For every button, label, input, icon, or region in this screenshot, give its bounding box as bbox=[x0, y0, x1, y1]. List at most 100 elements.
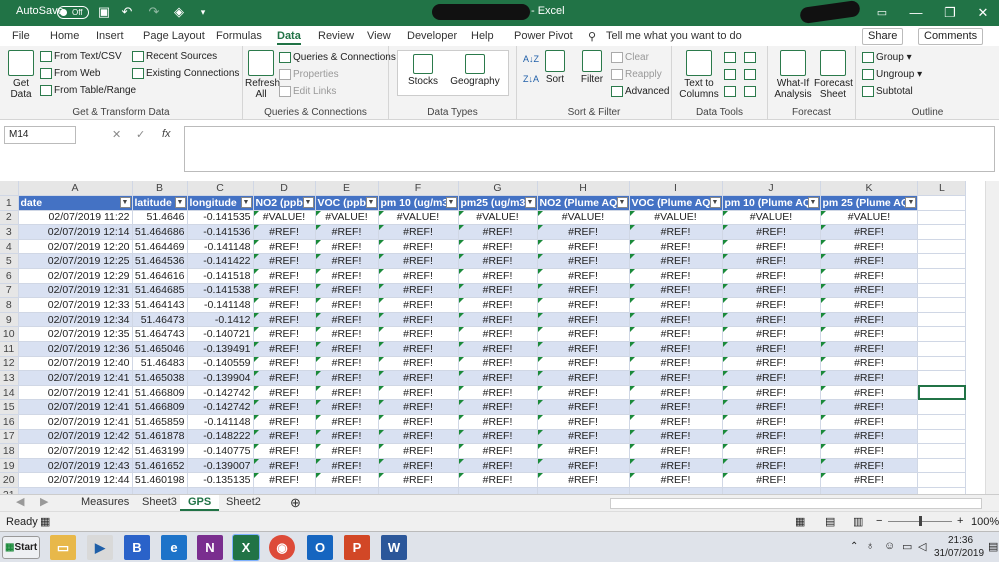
error-cell[interactable]: #REF! bbox=[458, 326, 538, 343]
excel-taskbar-icon[interactable]: X bbox=[232, 534, 260, 561]
date-cell[interactable]: 02/07/2019 12:42 bbox=[18, 429, 133, 445]
date-cell[interactable]: 02/07/2019 12:14 bbox=[18, 224, 133, 240]
error-cell[interactable]: #REF! bbox=[315, 472, 379, 488]
tab-help[interactable]: Help bbox=[471, 30, 494, 42]
row-header[interactable]: 8 bbox=[0, 297, 19, 313]
longitude-cell[interactable]: -0.139491 bbox=[187, 341, 254, 357]
date-cell[interactable]: 02/07/2019 12:43 bbox=[18, 458, 133, 474]
tab-review[interactable]: Review bbox=[318, 30, 354, 42]
error-cell[interactable]: #REF! bbox=[537, 239, 630, 255]
tray-overflow-icon[interactable]: ⌃ bbox=[850, 541, 858, 552]
longitude-cell[interactable]: -0.142742 bbox=[187, 399, 254, 415]
clock-date[interactable]: 31/07/2019 bbox=[934, 548, 984, 559]
latitude-cell[interactable]: 51.461878 bbox=[132, 429, 188, 445]
restore-button[interactable]: ❐ bbox=[933, 0, 967, 26]
latitude-cell[interactable]: 51.4646 bbox=[132, 210, 188, 226]
error-cell[interactable]: #REF! bbox=[378, 414, 459, 430]
date-cell[interactable]: 02/07/2019 12:42 bbox=[18, 443, 133, 459]
filter-dropdown-icon[interactable]: ▼ bbox=[174, 197, 186, 209]
tab-page-layout[interactable]: Page Layout bbox=[143, 30, 205, 42]
error-cell[interactable]: #REF! bbox=[820, 239, 919, 255]
relationships-icon[interactable] bbox=[744, 69, 758, 80]
existing-connections-button[interactable]: Existing Connections bbox=[132, 68, 239, 79]
error-cell[interactable]: #REF! bbox=[722, 297, 821, 313]
tab-developer[interactable]: Developer bbox=[407, 30, 457, 42]
error-cell[interactable]: #REF! bbox=[378, 385, 459, 401]
error-cell[interactable]: #REF! bbox=[253, 297, 316, 313]
filter-button[interactable]: Filter bbox=[577, 50, 607, 85]
powerpoint-icon[interactable]: P bbox=[344, 535, 370, 560]
date-cell[interactable]: 02/07/2019 12:20 bbox=[18, 239, 133, 255]
column-header[interactable]: E bbox=[315, 181, 379, 197]
error-cell[interactable]: #REF! bbox=[378, 224, 459, 240]
minimize-button[interactable]: — bbox=[899, 0, 933, 26]
advanced-button[interactable]: Advanced bbox=[611, 86, 669, 97]
filter-dropdown-icon[interactable]: ▼ bbox=[807, 197, 819, 209]
error-cell[interactable]: #REF! bbox=[629, 341, 723, 357]
sheet-tab-sheet3[interactable]: Sheet3 bbox=[134, 495, 185, 511]
error-cell[interactable]: #REF! bbox=[722, 268, 821, 284]
error-cell[interactable]: #REF! bbox=[629, 224, 723, 240]
error-cell[interactable]: #REF! bbox=[629, 414, 723, 430]
filter-dropdown-icon[interactable]: ▼ bbox=[524, 197, 536, 209]
error-cell[interactable]: #REF! bbox=[378, 399, 459, 415]
error-cell[interactable]: #REF! bbox=[537, 326, 630, 343]
error-cell[interactable]: #REF! bbox=[378, 253, 459, 270]
latitude-cell[interactable]: 51.464686 bbox=[132, 224, 188, 240]
longitude-cell[interactable]: -0.141538 bbox=[187, 283, 254, 299]
tab-power-pivot[interactable]: Power Pivot bbox=[514, 30, 573, 42]
subtotal-button[interactable]: Subtotal bbox=[862, 86, 913, 97]
error-cell[interactable]: #REF! bbox=[458, 253, 538, 270]
reapply-button[interactable]: Reapply bbox=[611, 69, 662, 80]
row-header[interactable]: 7 bbox=[0, 283, 19, 299]
get-data-button[interactable]: Get Data bbox=[6, 50, 36, 100]
latitude-cell[interactable]: 51.464685 bbox=[132, 283, 188, 299]
sort-descending-icon[interactable]: Z↓A bbox=[523, 74, 539, 84]
error-cell[interactable]: #REF! bbox=[722, 253, 821, 270]
tab-insert[interactable]: Insert bbox=[96, 30, 124, 42]
error-cell[interactable]: #REF! bbox=[458, 341, 538, 357]
error-cell[interactable]: #REF! bbox=[820, 268, 919, 284]
empty-cell[interactable] bbox=[917, 297, 967, 313]
error-cell[interactable]: #REF! bbox=[537, 341, 630, 357]
empty-cell[interactable] bbox=[917, 239, 967, 255]
row-header[interactable]: 13 bbox=[0, 370, 19, 386]
empty-cell[interactable] bbox=[917, 268, 967, 284]
error-cell[interactable]: #REF! bbox=[378, 443, 459, 459]
error-cell[interactable]: #REF! bbox=[629, 297, 723, 313]
tab-file[interactable]: File bbox=[12, 30, 30, 42]
error-cell[interactable]: #REF! bbox=[629, 385, 723, 401]
column-header[interactable]: A bbox=[18, 181, 133, 197]
latitude-cell[interactable]: 51.460198 bbox=[132, 472, 188, 488]
error-cell[interactable]: #REF! bbox=[315, 297, 379, 313]
latitude-cell[interactable]: 51.465859 bbox=[132, 414, 188, 430]
error-cell[interactable]: #REF! bbox=[378, 356, 459, 372]
error-cell[interactable]: #REF! bbox=[253, 370, 316, 386]
page-layout-view-icon[interactable]: ▤ bbox=[825, 515, 835, 528]
error-cell[interactable]: #REF! bbox=[722, 370, 821, 386]
error-cell[interactable]: #REF! bbox=[378, 283, 459, 299]
properties-button[interactable]: Properties bbox=[279, 69, 339, 80]
sort-button[interactable]: Sort bbox=[543, 50, 567, 85]
longitude-cell[interactable]: -0.148222 bbox=[187, 429, 254, 445]
error-cell[interactable]: #REF! bbox=[315, 370, 379, 386]
error-cell[interactable]: #REF! bbox=[820, 356, 919, 372]
date-cell[interactable]: 02/07/2019 11:22 bbox=[18, 210, 133, 226]
error-cell[interactable]: #REF! bbox=[820, 253, 919, 270]
column-header[interactable]: K bbox=[820, 181, 919, 197]
error-cell[interactable]: #REF! bbox=[458, 385, 538, 401]
name-box[interactable]: M14 bbox=[4, 126, 76, 144]
date-cell[interactable]: 02/07/2019 12:34 bbox=[18, 312, 133, 328]
latitude-cell[interactable]: 51.46473 bbox=[132, 312, 188, 328]
row-header[interactable]: 16 bbox=[0, 414, 19, 430]
stocks-button[interactable]: Stocks bbox=[401, 54, 445, 87]
filter-dropdown-icon[interactable]: ▼ bbox=[709, 197, 721, 209]
error-cell[interactable]: #REF! bbox=[537, 253, 630, 270]
error-cell[interactable]: #REF! bbox=[537, 385, 630, 401]
flash-fill-icon[interactable] bbox=[724, 52, 738, 63]
filter-dropdown-icon[interactable]: ▼ bbox=[119, 197, 131, 209]
zoom-level[interactable]: 100% bbox=[971, 516, 999, 528]
error-cell[interactable]: #REF! bbox=[820, 458, 919, 474]
error-cell[interactable]: #REF! bbox=[458, 429, 538, 445]
error-cell[interactable]: #REF! bbox=[629, 326, 723, 343]
